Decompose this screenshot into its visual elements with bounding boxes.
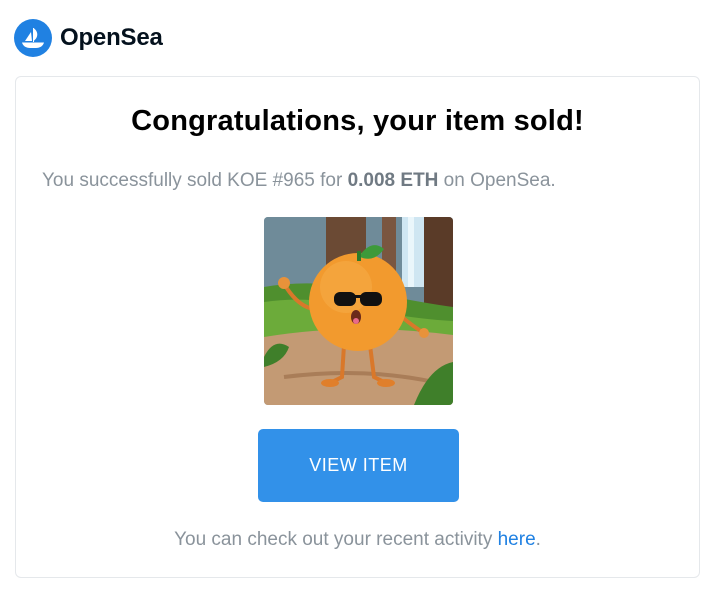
nft-image[interactable] bbox=[264, 217, 453, 405]
header: OpenSea bbox=[14, 19, 163, 57]
brand-name[interactable]: OpenSea bbox=[60, 24, 163, 52]
sold-prefix: You successfully sold KOE #965 for bbox=[42, 170, 348, 191]
email-card: Congratulations, your item sold! You suc… bbox=[15, 76, 700, 578]
opensea-logo-icon[interactable] bbox=[14, 19, 52, 57]
sold-price: 0.008 ETH bbox=[347, 170, 439, 191]
activity-suffix: . bbox=[535, 529, 541, 550]
sold-suffix: on OpenSea. bbox=[438, 170, 556, 191]
activity-prefix: You can check out your recent activity bbox=[174, 529, 498, 550]
view-item-button[interactable]: VIEW ITEM bbox=[258, 429, 459, 502]
here-link[interactable]: here bbox=[498, 529, 536, 550]
congrats-title: Congratulations, your item sold! bbox=[131, 105, 584, 137]
sold-message: You successfully sold KOE #965 for 0.008… bbox=[42, 170, 556, 192]
activity-message: You can check out your recent activity h… bbox=[16, 529, 699, 551]
